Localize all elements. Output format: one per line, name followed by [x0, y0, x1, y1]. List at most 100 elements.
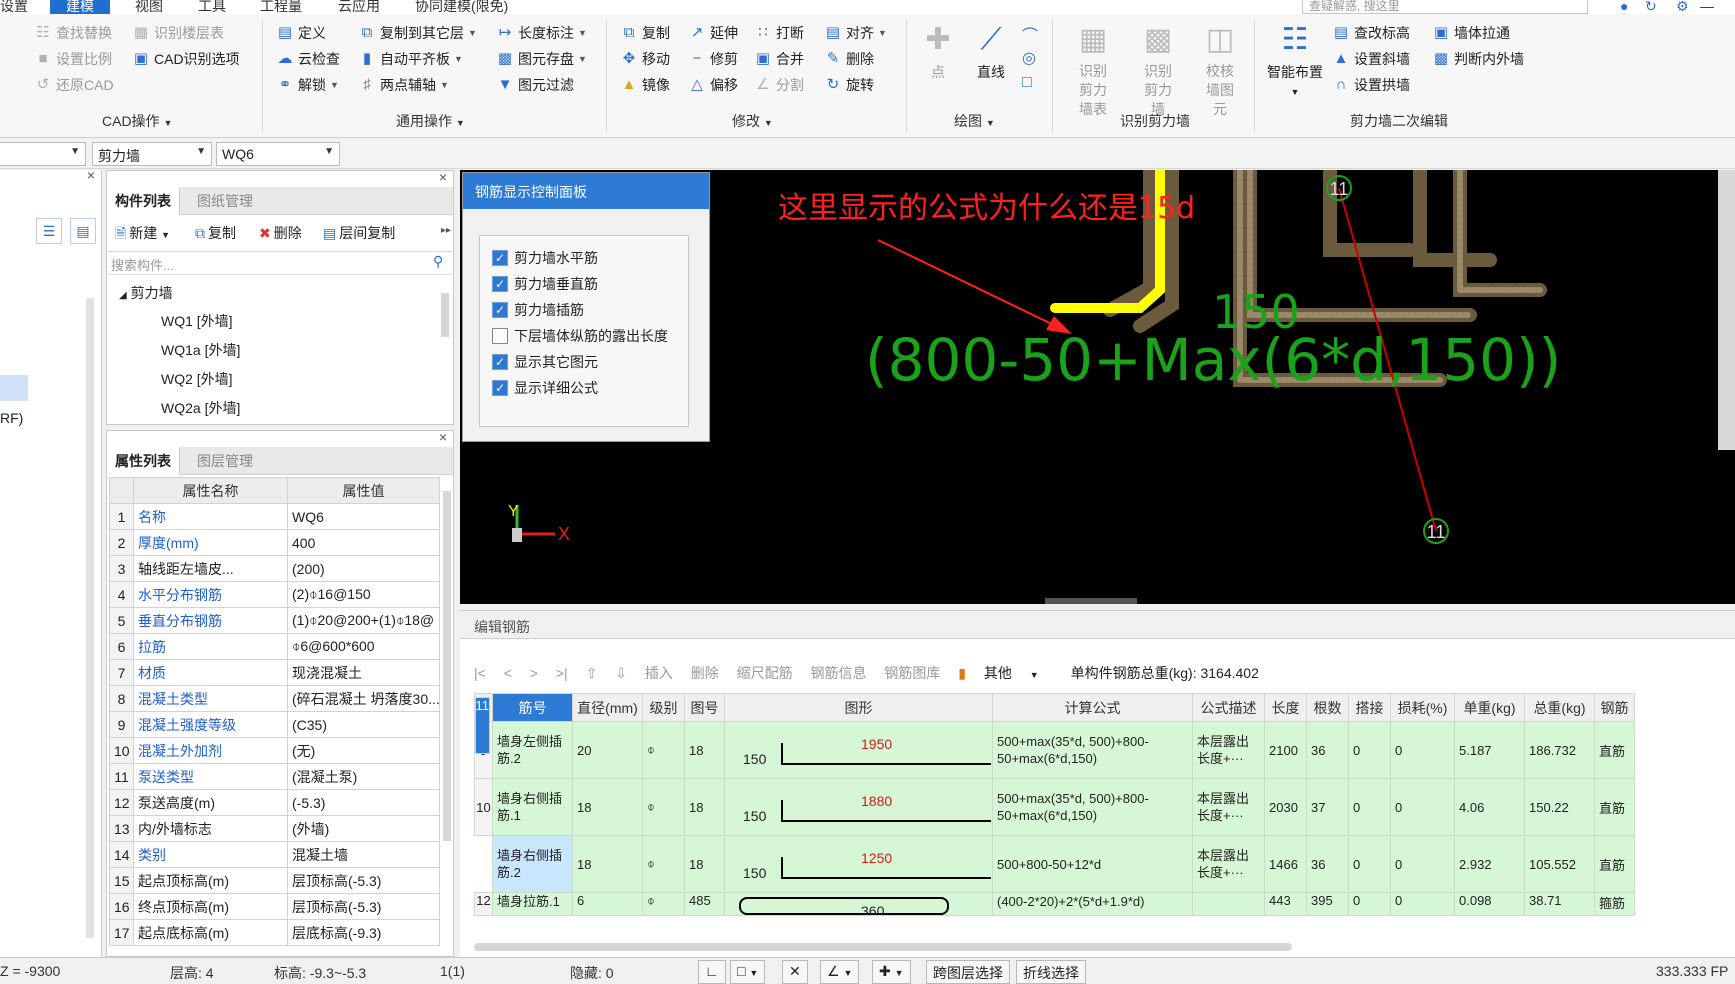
rebar-desc-cell[interactable]	[1192, 892, 1265, 916]
property-row[interactable]: 17 起点底标高(m) 层底标高(-9.3)	[109, 919, 440, 946]
tab-drawing-management[interactable]: 图纸管理	[189, 187, 261, 215]
property-row[interactable]: 10 混凝土外加剂 (无)	[109, 737, 440, 764]
property-value[interactable]: 混凝土墙	[287, 841, 440, 868]
rebar-name-cell[interactable]: 墙身拉筋.1	[492, 892, 573, 916]
rebar-desc-cell[interactable]: 本层露出长度+···	[1192, 835, 1265, 893]
rebar-dia-cell[interactable]: 18	[572, 778, 643, 836]
extend-button[interactable]: ↗ 延伸	[688, 21, 738, 45]
cad-options-button[interactable]: ▣ CAD识别选项	[132, 47, 240, 71]
rebar-info-button[interactable]: 钢筋信息	[810, 665, 866, 681]
delete-button[interactable]: ✎ 删除	[824, 47, 874, 71]
rebar-fig-cell[interactable]: 18	[684, 778, 725, 836]
property-row[interactable]: 15 起点顶标高(m) 层顶标高(-5.3)	[109, 867, 440, 894]
property-value[interactable]: (2)⌽16@150	[287, 581, 440, 608]
rebar-fig-cell[interactable]: 18	[684, 721, 725, 779]
property-value[interactable]: (200)	[287, 555, 440, 582]
draw-point-button[interactable]: ✚ 点	[918, 22, 958, 82]
rebar-grade-cell[interactable]: ⌽	[642, 778, 685, 836]
rebar-total-cell[interactable]: 186.732	[1524, 721, 1595, 779]
break-button[interactable]: ∷ 打断	[754, 21, 804, 45]
rebar-row-number[interactable]: 11	[474, 696, 490, 754]
two-point-axis-button[interactable]: ♯ 两点辅轴 ▼	[358, 73, 449, 97]
rectangle-icon[interactable]: □	[1022, 74, 1032, 92]
rebar-desc-cell[interactable]: 本层露出长度+···	[1192, 778, 1265, 836]
move-up-icon[interactable]: ⇧	[586, 665, 598, 681]
new-component-button[interactable]: 🗎 新建 ▼	[115, 223, 170, 247]
rebar-lap-cell[interactable]: 0	[1348, 721, 1391, 779]
wall-extend-button[interactable]: ▣ 墙体拉通	[1432, 21, 1510, 45]
close-icon[interactable]: ×	[439, 169, 447, 185]
menu-tab-tools[interactable]: 工具	[198, 0, 226, 14]
nav-last-icon[interactable]: >|	[556, 665, 568, 681]
property-row[interactable]: 11 泵送类型 (混凝土泵)	[109, 763, 440, 790]
scrollbar[interactable]	[86, 298, 94, 938]
rebar-count-cell[interactable]: 36	[1306, 835, 1349, 893]
property-row[interactable]: 16 终点顶标高(m) 层顶标高(-5.3)	[109, 893, 440, 920]
rebar-display-checkbox[interactable]: ✓ 剪力墙水平筋	[492, 248, 598, 268]
property-row[interactable]: 8 混凝土类型 (碎石混凝土 坍落度30...	[109, 685, 440, 712]
rebar-length-cell[interactable]: 2100	[1264, 721, 1307, 779]
refresh-icon[interactable]: ↻	[1645, 0, 1657, 14]
property-row[interactable]: 7 材质 现浇混凝土	[109, 659, 440, 686]
tree-item[interactable]: WQ2 [外墙]	[161, 369, 233, 389]
define-button[interactable]: ▤ 定义	[276, 21, 326, 45]
rebar-total-cell[interactable]: 105.552	[1524, 835, 1595, 893]
rebar-fig-cell[interactable]: 485	[684, 892, 725, 916]
detail-view-icon[interactable]: ▤	[70, 218, 96, 244]
cross-layer-select-button[interactable]: 跨图层选择	[926, 960, 1010, 984]
search-icon[interactable]: ⚲	[433, 253, 443, 270]
nav-prev-icon[interactable]: <	[504, 665, 512, 681]
element-filter-button[interactable]: ▼ 图元过滤	[496, 73, 574, 97]
rebar-display-checkbox[interactable]: ✓ 显示详细公式	[492, 378, 598, 398]
more-icon[interactable]: ▸▸	[441, 225, 451, 236]
menu-tab-quantity[interactable]: 工程量	[260, 0, 302, 14]
grid-snap-toggle[interactable]: ✚ ▼	[872, 960, 911, 984]
rebar-shape-cell[interactable]: 150 1950	[724, 721, 993, 779]
property-value[interactable]: (无)	[287, 737, 440, 764]
copy-component-button[interactable]: ⧉ 复制	[195, 223, 236, 243]
rebar-fig-cell[interactable]: 18	[684, 835, 725, 893]
rebar-loss-cell[interactable]: 0	[1390, 721, 1455, 779]
tree-item[interactable]: WQ1 [外墙]	[161, 311, 233, 331]
rebar-library-button[interactable]: 钢筋图库	[884, 665, 940, 681]
type-select[interactable]: 剪力墙 ▼	[92, 142, 212, 166]
restore-cad-button[interactable]: ↺ 还原CAD	[34, 73, 114, 97]
copy-between-floors-button[interactable]: ▤ 层间复制	[323, 223, 395, 243]
help-search-input[interactable]: 查疑解惑, 搜这里	[1302, 0, 1588, 14]
horizontal-scrollbar[interactable]	[474, 943, 1292, 951]
align-button[interactable]: ▤ 对齐 ▼	[824, 21, 887, 45]
property-value[interactable]: 现浇混凝土	[287, 659, 440, 686]
property-value[interactable]: (混凝土泵)	[287, 763, 440, 790]
property-row[interactable]: 1 名称 WQ6	[109, 503, 440, 530]
menu-tab-settings[interactable]: 设置	[0, 0, 28, 14]
property-row[interactable]: 9 混凝土强度等级 (C35)	[109, 711, 440, 738]
auto-align-slab-button[interactable]: ▮ 自动平齐板 ▼	[358, 47, 463, 71]
rebar-dia-cell[interactable]: 18	[572, 835, 643, 893]
property-value[interactable]: 层底标高(-9.3)	[287, 919, 440, 946]
minimize-icon[interactable]: —	[1700, 0, 1714, 14]
delete-row-button[interactable]: 删除	[691, 665, 719, 681]
offset-button[interactable]: △ 偏移	[688, 73, 738, 97]
property-value[interactable]: (1)⌽20@200+(1)⌽18@	[287, 607, 440, 634]
set-scale-button[interactable]: ■ 设置比例	[34, 47, 112, 71]
draw-line-button[interactable]: ⟋ 直线	[966, 22, 1016, 82]
rebar-length-cell[interactable]: 1466	[1264, 835, 1307, 893]
rebar-total-cell[interactable]: 38.71	[1524, 892, 1595, 916]
rebar-lap-cell[interactable]: 0	[1348, 892, 1391, 916]
rebar-grade-cell[interactable]: ⌽	[642, 892, 685, 916]
rebar-grade-cell[interactable]: ⌽	[642, 721, 685, 779]
find-replace-button[interactable]: ☷ 查找替换	[34, 21, 112, 45]
copy-button[interactable]: ⧉ 复制	[620, 21, 670, 45]
settings-icon[interactable]: ⚙	[1676, 0, 1689, 14]
rebar-unit-cell[interactable]: 4.06	[1454, 778, 1525, 836]
menu-tab-modeling[interactable]: 建模	[50, 0, 110, 14]
rebar-length-cell[interactable]: 2030	[1264, 778, 1307, 836]
recognize-wall-button[interactable]: ▩ 识别剪力墙	[1130, 22, 1186, 119]
set-arch-wall-button[interactable]: ∩ 设置拱墙	[1332, 73, 1410, 97]
view-toolbar[interactable]	[1718, 170, 1735, 450]
splitter-handle[interactable]	[1045, 598, 1137, 604]
edit-elevation-button[interactable]: ▤ 查改标高	[1332, 21, 1410, 45]
rebar-loss-cell[interactable]: 0	[1390, 892, 1455, 916]
property-row[interactable]: 5 垂直分布钢筋 (1)⌽20@200+(1)⌽18@	[109, 607, 440, 634]
rebar-name-cell[interactable]: 墙身右侧插筋.1	[492, 778, 573, 836]
